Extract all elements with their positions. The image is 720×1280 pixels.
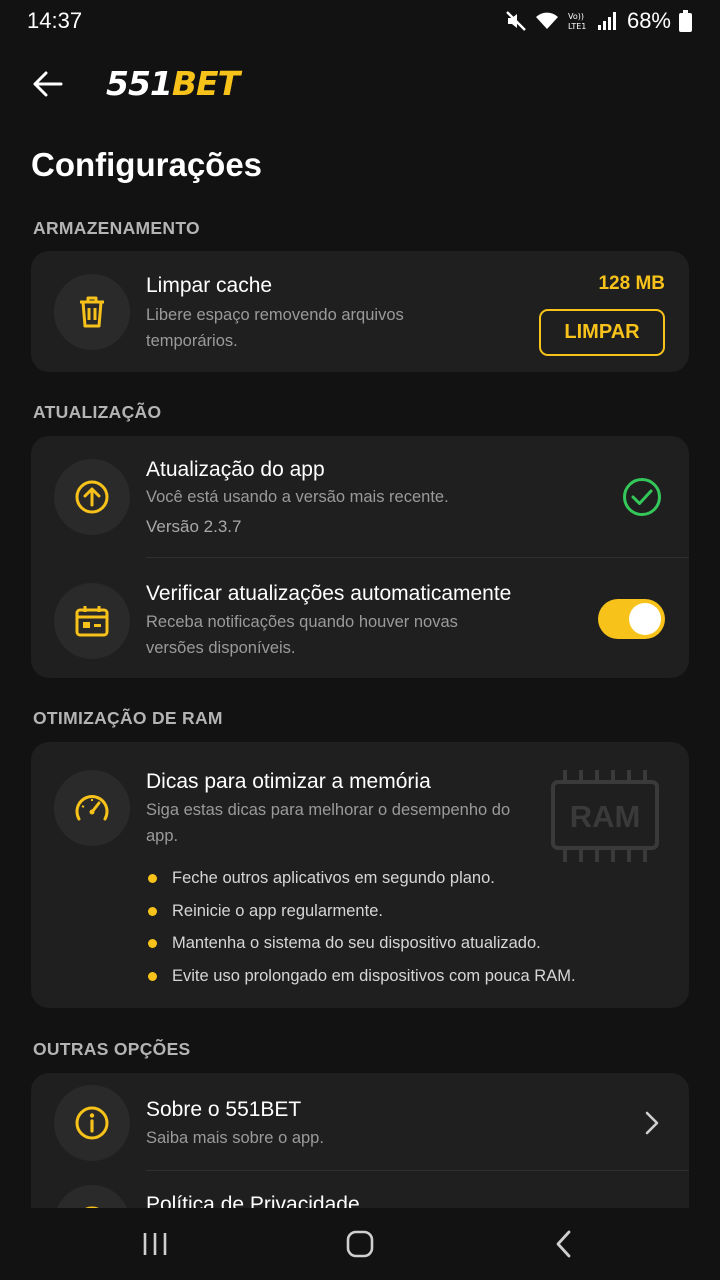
clear-cache-title: Limpar cache bbox=[146, 274, 273, 297]
chevron-right-icon bbox=[645, 1111, 659, 1135]
back-icon bbox=[556, 1230, 571, 1258]
storage-card: Limpar cache Libere espaço removendo arq… bbox=[31, 251, 689, 372]
tip-text: Evite uso prolongado em dispositivos com… bbox=[172, 966, 576, 985]
tip-text: Feche outros aplicativos em segundo plan… bbox=[172, 869, 495, 887]
battery-level: 68% bbox=[626, 8, 671, 33]
update-card: Atualização do app Você está usando a ve… bbox=[31, 436, 689, 678]
app-update-description: Você está usando a versão mais recente. bbox=[146, 488, 449, 506]
section-label-storage: ARMAZENAMENTO bbox=[33, 218, 200, 238]
ram-chip-label: RAM bbox=[570, 799, 641, 834]
wifi-icon bbox=[535, 12, 558, 29]
section-label-update: ATUALIZAÇÃO bbox=[33, 402, 162, 422]
auto-update-toggle[interactable] bbox=[598, 599, 665, 639]
auto-update-icon-wrap bbox=[54, 583, 130, 659]
speedometer-icon bbox=[75, 795, 109, 821]
about-title: Sobre o 551BET bbox=[146, 1098, 302, 1121]
ram-tips-list: Feche outros aplicativos em segundo plan… bbox=[146, 862, 576, 992]
app-bar: 551BET bbox=[0, 56, 720, 112]
about-description: Saiba mais sobre o app. bbox=[146, 1129, 324, 1147]
update-icon-wrap bbox=[54, 459, 130, 535]
clear-cache-description: Libere espaço removendo arquivos temporá… bbox=[146, 306, 404, 350]
recents-icon bbox=[143, 1233, 167, 1255]
check-circle-icon bbox=[623, 478, 661, 516]
status-icons: Vo)) LTE1 68% bbox=[505, 8, 692, 34]
system-nav-bar bbox=[0, 1208, 720, 1280]
home-button[interactable] bbox=[330, 1226, 390, 1262]
volte-icon: Vo)) LTE1 bbox=[568, 12, 586, 31]
cache-size: 128 MB bbox=[598, 273, 665, 294]
logo-word: BET bbox=[171, 64, 240, 103]
ram-icon-wrap bbox=[54, 770, 130, 846]
battery-icon bbox=[679, 10, 692, 32]
tip-text: Reinicie o app regularmente. bbox=[172, 901, 383, 920]
about-row[interactable]: Sobre o 551BET Saiba mais sobre o app. bbox=[31, 1073, 689, 1171]
back-button[interactable] bbox=[28, 66, 68, 102]
auto-update-description: Receba notificações quando houver novas … bbox=[146, 613, 458, 657]
svg-text:LTE1: LTE1 bbox=[568, 22, 586, 31]
info-icon bbox=[75, 1106, 109, 1140]
app-update-title: Atualização do app bbox=[146, 458, 325, 481]
section-label-ram: OTIMIZAÇÃO DE RAM bbox=[33, 708, 223, 728]
signal-icon bbox=[597, 12, 616, 30]
status-bar: 14:37 Vo)) LTE1 68% bbox=[0, 0, 720, 42]
trash-icon bbox=[80, 296, 104, 328]
home-icon bbox=[346, 1230, 374, 1258]
list-item: Reinicie o app regularmente. bbox=[146, 895, 576, 928]
storage-icon-wrap bbox=[54, 274, 130, 350]
ram-tips-description: Siga estas dicas para melhorar o desempe… bbox=[146, 801, 511, 845]
status-time: 14:37 bbox=[27, 8, 83, 33]
ram-card: Dicas para otimizar a memória Siga estas… bbox=[31, 742, 689, 1008]
ram-chip-icon: RAM bbox=[551, 770, 659, 862]
bullet-dot bbox=[148, 971, 157, 981]
clear-cache-button[interactable]: LIMPAR bbox=[539, 309, 665, 356]
auto-update-title: Verificar atualizações automaticamente bbox=[146, 582, 512, 605]
logo-number: 551 bbox=[106, 64, 173, 103]
bullet-dot bbox=[148, 874, 157, 883]
bullet-dot bbox=[148, 906, 157, 916]
list-item: Mantenha o sistema do seu dispositivo at… bbox=[146, 927, 576, 960]
app-version: Versão 2.3.7 bbox=[146, 517, 242, 536]
calendar-icon bbox=[75, 606, 109, 637]
brand-logo: 551BET bbox=[106, 64, 240, 103]
bullet-dot bbox=[148, 939, 157, 948]
svg-text:Vo)): Vo)) bbox=[568, 12, 584, 21]
ram-tips-title: Dicas para otimizar a memória bbox=[146, 770, 431, 793]
system-back-button[interactable] bbox=[534, 1226, 594, 1262]
tip-text: Mantenha o sistema do seu dispositivo at… bbox=[172, 934, 541, 952]
mute-icon bbox=[506, 11, 526, 31]
section-label-other: OUTRAS OPÇÕES bbox=[33, 1039, 191, 1059]
row-divider bbox=[146, 557, 689, 558]
arrow-up-circle-icon bbox=[75, 480, 109, 514]
list-item: Feche outros aplicativos em segundo plan… bbox=[146, 862, 576, 895]
toggle-knob bbox=[629, 603, 661, 635]
recents-button[interactable] bbox=[125, 1226, 185, 1262]
page-title: Configurações bbox=[31, 146, 263, 183]
about-icon-wrap bbox=[54, 1085, 130, 1161]
arrow-left-icon bbox=[33, 71, 63, 97]
list-item: Evite uso prolongado em dispositivos com… bbox=[146, 960, 576, 993]
